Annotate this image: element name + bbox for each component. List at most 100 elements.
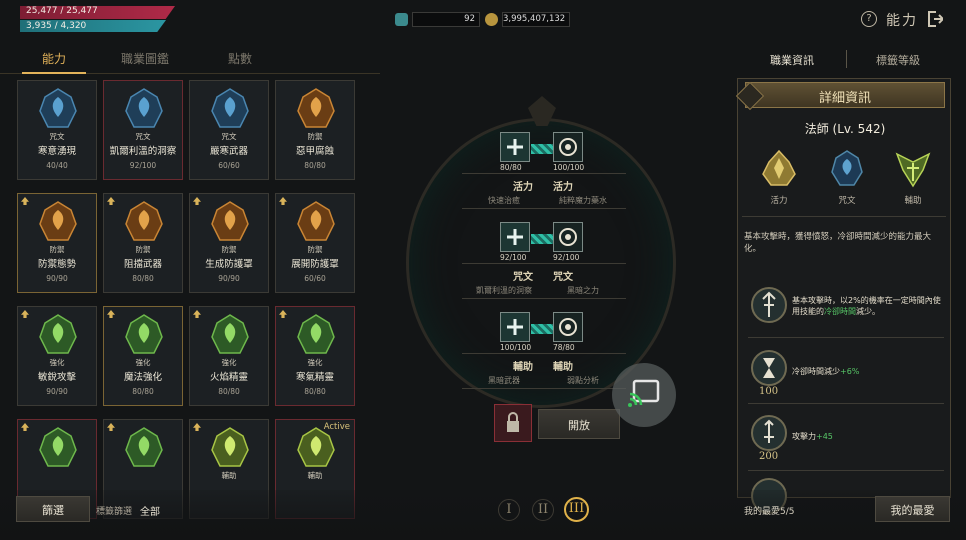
filter-button[interactable]: 篩選 (16, 496, 90, 522)
divider (462, 388, 626, 389)
vitality-emblem-label: 活力 (770, 196, 788, 206)
divider (748, 403, 944, 404)
slot-left-node[interactable] (500, 312, 530, 342)
slot-left-value: 100/100 (500, 343, 532, 352)
skill-effect-1: 基本攻擊時，以2%的機率在一定時間內使用技能的冷卻時間減少。 (792, 295, 947, 317)
card-category: 強化 (307, 358, 323, 367)
class-description: 基本攻擊時，獲得憤怒，冷卻時間減少的能力最大化。 (744, 232, 932, 254)
hourglass-icon (751, 350, 787, 386)
ability-card[interactable]: 防禦防禦態勢 90/90 (17, 193, 97, 293)
slot-left-sub: 快速治癒 (488, 196, 520, 205)
ability-card[interactable]: 強化敏銳攻擊 90/90 (17, 306, 97, 406)
help-icon[interactable]: ? (861, 11, 877, 27)
cast-overlay-button[interactable] (612, 363, 676, 427)
card-count: 40/40 (46, 161, 68, 170)
favorites-button[interactable]: 我的最愛 (875, 496, 950, 522)
card-name: 展開防護罩 (291, 259, 339, 270)
card-name: 生成防護罩 (205, 259, 253, 270)
card-name: 惡甲腐蝕 (295, 146, 334, 157)
skill-2-value: 100 (759, 386, 779, 397)
support-emblem-icon (893, 148, 933, 188)
card-name: 防禦態勢 (37, 259, 76, 270)
tab-class-codex[interactable]: 職業圖鑑 (110, 50, 180, 67)
tab-ability[interactable]: 能力 (22, 50, 86, 67)
slot-right-sub: 黑暗之力 (567, 286, 599, 295)
favorites-count: 我的最愛5/5 (744, 507, 795, 517)
slot-right-node[interactable] (553, 312, 583, 342)
slot-left-node[interactable] (500, 222, 530, 252)
tab-points[interactable]: 點數 (210, 50, 270, 67)
upgrade-arrow-icon (107, 310, 115, 318)
orange-ability-emblem-icon (297, 201, 335, 241)
slot-right-node[interactable] (553, 222, 583, 252)
card-category: 咒文 (49, 132, 65, 141)
upgrade-arrow-icon (21, 310, 29, 318)
divider (742, 216, 946, 217)
tab-class-info[interactable]: 職業資訊 (770, 52, 814, 68)
slot-link (531, 144, 553, 154)
card-category: 防禦 (135, 245, 151, 254)
ability-card[interactable]: 防禦 惡甲腐蝕 80/80 (275, 80, 355, 180)
ability-card[interactable]: 防禦 阻擋武器 80/80 (103, 193, 183, 293)
upgrade-arrow-icon (107, 423, 115, 431)
skill-effect-3: 攻擊力+45 (792, 431, 947, 442)
card-category: 防禦 (49, 245, 65, 254)
page-3-button[interactable]: III (564, 497, 589, 522)
ability-card[interactable]: 咒文 寒意湧現 40/40 (17, 80, 97, 180)
divider (748, 470, 944, 471)
slot-right-sub: 純粹魔力藥水 (559, 196, 607, 205)
upgrade-arrow-icon (21, 423, 29, 431)
card-name: 凱爾利溫的洞察 (109, 146, 177, 157)
green-ability-emblem-icon (211, 314, 249, 354)
slot-left-sub: 黑暗武器 (488, 376, 520, 385)
exit-icon[interactable] (927, 10, 945, 28)
tag-filter-value[interactable]: 全部 (140, 503, 160, 518)
ability-card[interactable]: 強化 寒氣精靈 80/80 (275, 306, 355, 406)
active-tab-indicator (22, 72, 86, 74)
hp-text: 25,477 / 25,477 (26, 6, 98, 16)
card-name: 敏銳攻擊 (37, 372, 76, 383)
mp-text: 3,935 / 4,320 (26, 21, 87, 31)
upgrade-arrow-icon (21, 197, 29, 205)
card-category: 輔助 (307, 471, 323, 480)
upgrade-arrow-icon (279, 310, 287, 318)
ability-card[interactable]: 強化 火焰精靈 80/80 (189, 306, 269, 406)
ability-card[interactable]: 強化 魔法強化 80/80 (103, 306, 183, 406)
card-count: 90/90 (46, 387, 68, 396)
ability-card[interactable]: 防禦生成防護罩 90/90 (189, 193, 269, 293)
card-count: 90/90 (218, 274, 240, 283)
card-count: 80/80 (304, 161, 326, 170)
gold-counter: 3,995,407,132 (485, 12, 570, 27)
tab-tag-level[interactable]: 標籤等級 (876, 52, 920, 68)
slot-right-label: 輔助 (553, 362, 573, 373)
ability-card[interactable]: 防禦 展開防護罩 60/60 (275, 193, 355, 293)
support-emblem-label: 輔助 (904, 196, 922, 206)
card-count: 90/90 (46, 274, 68, 283)
locked-slot[interactable] (494, 404, 532, 442)
skill-3-highlight: +45 (816, 432, 833, 441)
slot-right-value: 92/100 (553, 253, 580, 262)
card-category: 強化 (49, 358, 65, 367)
skill-1-text-end: 減少。 (856, 307, 880, 316)
open-button[interactable]: 開放 (538, 409, 620, 439)
page-1-button[interactable]: I (498, 499, 520, 521)
card-category: 防禦 (307, 245, 323, 254)
green-ability-emblem-icon (125, 314, 163, 354)
divider (462, 298, 626, 299)
orange-ability-emblem-icon (125, 201, 163, 241)
card-count: 80/80 (304, 387, 326, 396)
ability-card[interactable]: 咒文 嚴寒武器 60/60 (189, 80, 269, 180)
blue-ability-emblem-icon (125, 88, 163, 128)
orange-ability-emblem-icon (211, 201, 249, 241)
card-category: 輔助 (221, 471, 237, 480)
divider (462, 208, 626, 209)
slot-right-node[interactable] (553, 132, 583, 162)
ability-card[interactable]: 咒文 凱爾利溫的洞察 92/100 (103, 80, 183, 180)
divider (462, 173, 626, 174)
slot-left-node[interactable] (500, 132, 530, 162)
skill-2-highlight: +6% (840, 367, 860, 376)
gem-icon (395, 13, 408, 26)
page-2-button[interactable]: II (532, 499, 554, 521)
card-category: 防禦 (221, 245, 237, 254)
card-category: 強化 (221, 358, 237, 367)
